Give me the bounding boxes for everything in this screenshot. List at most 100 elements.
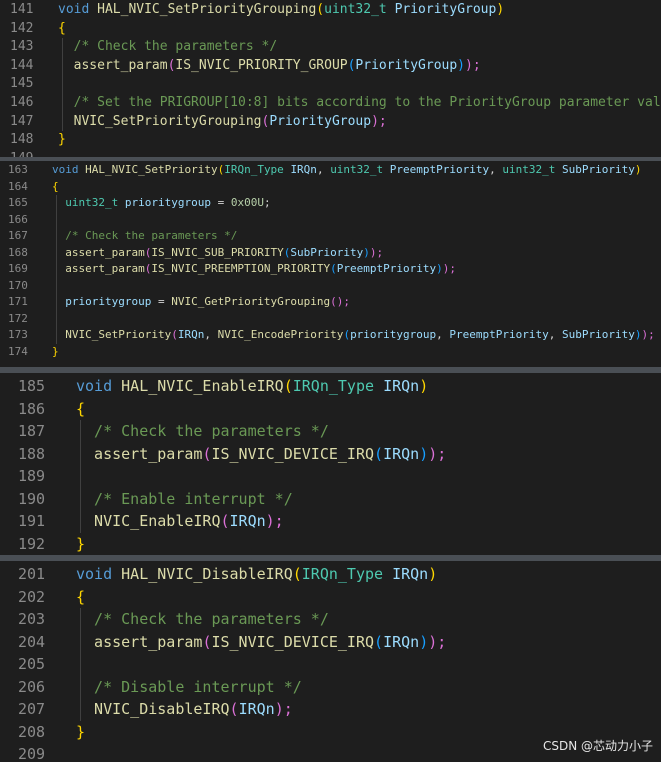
code-line: 186 { (0, 398, 661, 421)
code-token: PriorityGroup (355, 57, 458, 73)
line-number: 201 (18, 565, 46, 583)
code-token: void (76, 377, 122, 395)
code-token: prioritygroup (350, 328, 437, 341)
code-token: { (58, 20, 66, 36)
code-line: 173 NVIC_SetPriority(IRQn, NVIC_EncodePr… (0, 327, 661, 344)
code-line: 170 (0, 278, 661, 295)
code-line: 207 NVIC_DisableIRQ(IRQn); (0, 698, 661, 721)
code-token: ) (457, 57, 465, 73)
line-number: 168 (8, 245, 28, 259)
code-token: HAL_NVIC_SetPriorityGrouping (97, 2, 317, 17)
code-token: { (52, 179, 59, 193)
code-snippet-set-priority-grouping: 141 void HAL_NVIC_SetPriorityGrouping(uin… (0, 0, 661, 158)
line-number: 192 (18, 534, 46, 553)
line-number: 173 (8, 328, 28, 341)
code-text: assert_param(IS_NVIC_SUB_PRIORITY(SubPri… (52, 245, 383, 262)
code-token: IRQn (290, 163, 317, 176)
code-line: 168 assert_param(IS_NVIC_SUB_PRIORITY(Su… (0, 245, 661, 262)
code-text: prioritygroup = NVIC_GetPriorityGrouping… (52, 294, 350, 311)
code-text: NVIC_EnableIRQ(IRQn); (76, 510, 284, 533)
code-text: void HAL_NVIC_DisableIRQ(IRQn_Type IRQn) (76, 563, 437, 586)
code-line: 188 assert_param(IS_NVIC_DEVICE_IRQ(IRQn… (0, 443, 661, 466)
code-line: 205 (0, 653, 661, 676)
code-text: /* Enable interrupt */ (76, 488, 293, 511)
line-number: 191 (18, 512, 46, 530)
code-line: 143 /* Check the parameters */ (0, 38, 661, 57)
code-text: assert_param(IS_NVIC_DEVICE_IRQ(IRQn)); (76, 443, 446, 466)
code-text: } (52, 344, 59, 361)
indent-guide (56, 195, 57, 344)
code-line: 167 /* Check the parameters */ (0, 228, 661, 245)
code-token: ); (641, 328, 655, 341)
code-token: HAL_NVIC_EnableIRQ (121, 377, 284, 395)
code-line: 145 (0, 75, 661, 94)
code-token: SubPriority (290, 245, 364, 259)
code-token: , (489, 163, 503, 176)
line-number: 146 (10, 95, 34, 110)
code-token: IRQn (229, 512, 266, 530)
code-token: ) (496, 2, 505, 17)
code-text: NVIC_SetPriority(IRQn, NVIC_EncodePriori… (52, 327, 655, 344)
code-token: assert_param (76, 444, 203, 463)
code-token: 0x00U (230, 196, 264, 209)
code-text: NVIC_DisableIRQ(IRQn); (76, 698, 293, 721)
code-token: ; (263, 196, 271, 209)
code-line: 172 (0, 311, 661, 328)
code-token: void (52, 163, 86, 176)
code-token: ) (419, 377, 429, 395)
code-token: /* Enable interrupt */ (76, 489, 293, 508)
line-number: 169 (8, 262, 28, 275)
code-text: assert_param(IS_NVIC_DEVICE_IRQ(IRQn)); (76, 631, 446, 654)
code-line: 166 (0, 212, 661, 229)
line-number: 164 (8, 179, 28, 193)
code-line: 187 /* Check the parameters */ (0, 420, 661, 443)
code-token: ( (374, 632, 384, 651)
indent-guide (62, 38, 63, 132)
code-token: ); (465, 57, 481, 73)
code-token: assert_param (76, 632, 203, 651)
code-token: uint32_t (502, 163, 562, 176)
indent-guide (80, 608, 81, 721)
code-token: NVIC_SetPriority (52, 328, 172, 341)
code-token: IS_NVIC_DEVICE_IRQ (211, 632, 375, 651)
code-token: /* Set the PRIGROUP[10:8] bits according… (58, 95, 661, 110)
code-token: ( (229, 700, 239, 718)
line-number: 188 (18, 444, 46, 463)
code-line: 142 { (0, 20, 661, 39)
code-token: NVIC_GetPriorityGrouping (171, 295, 331, 308)
line-number: 145 (10, 76, 34, 92)
line-number: 207 (18, 700, 46, 718)
code-token: /* Check the parameters */ (52, 229, 238, 242)
line-number: 172 (8, 311, 28, 325)
code-line: 192} (0, 533, 661, 556)
code-token: ( (292, 565, 302, 583)
code-snippet-set-priority: 163 void HAL_NVIC_SetPriority(IRQn_Type I… (0, 161, 661, 368)
code-line: 146 /* Set the PRIGROUP[10:8] bits accor… (0, 94, 661, 113)
code-token: } (76, 722, 86, 741)
code-token: ); (369, 245, 384, 259)
code-token: ( (220, 512, 230, 530)
code-text: NVIC_SetPriorityGrouping(PriorityGroup); (58, 113, 387, 132)
code-line: 185 void HAL_NVIC_EnableIRQ(IRQn_Type IRQ… (0, 375, 661, 398)
code-token: PreemptPriority (449, 328, 549, 341)
code-token: ); (428, 444, 447, 463)
code-token: IRQn (383, 632, 420, 651)
code-token: IRQn (238, 700, 275, 718)
line-number: 148 (10, 132, 34, 148)
code-token: PreemptPriority (389, 163, 490, 176)
code-token: , (548, 328, 562, 341)
code-token: ) (419, 444, 429, 463)
code-token: void (58, 2, 98, 17)
line-number: 167 (8, 229, 28, 242)
code-line: 164 { (0, 179, 661, 196)
line-number: 209 (18, 745, 46, 762)
code-text: { (76, 586, 85, 609)
code-token: prioritygroup (52, 295, 152, 308)
code-text: /* Disable interrupt */ (76, 676, 302, 699)
line-number: 163 (8, 163, 28, 176)
code-token: IRQn_Type (301, 565, 393, 583)
code-text: uint32_t prioritygroup = 0x00U; (52, 195, 271, 212)
code-token: ( (283, 377, 293, 395)
code-token: assert_param (58, 57, 168, 73)
line-number: 166 (8, 212, 28, 226)
